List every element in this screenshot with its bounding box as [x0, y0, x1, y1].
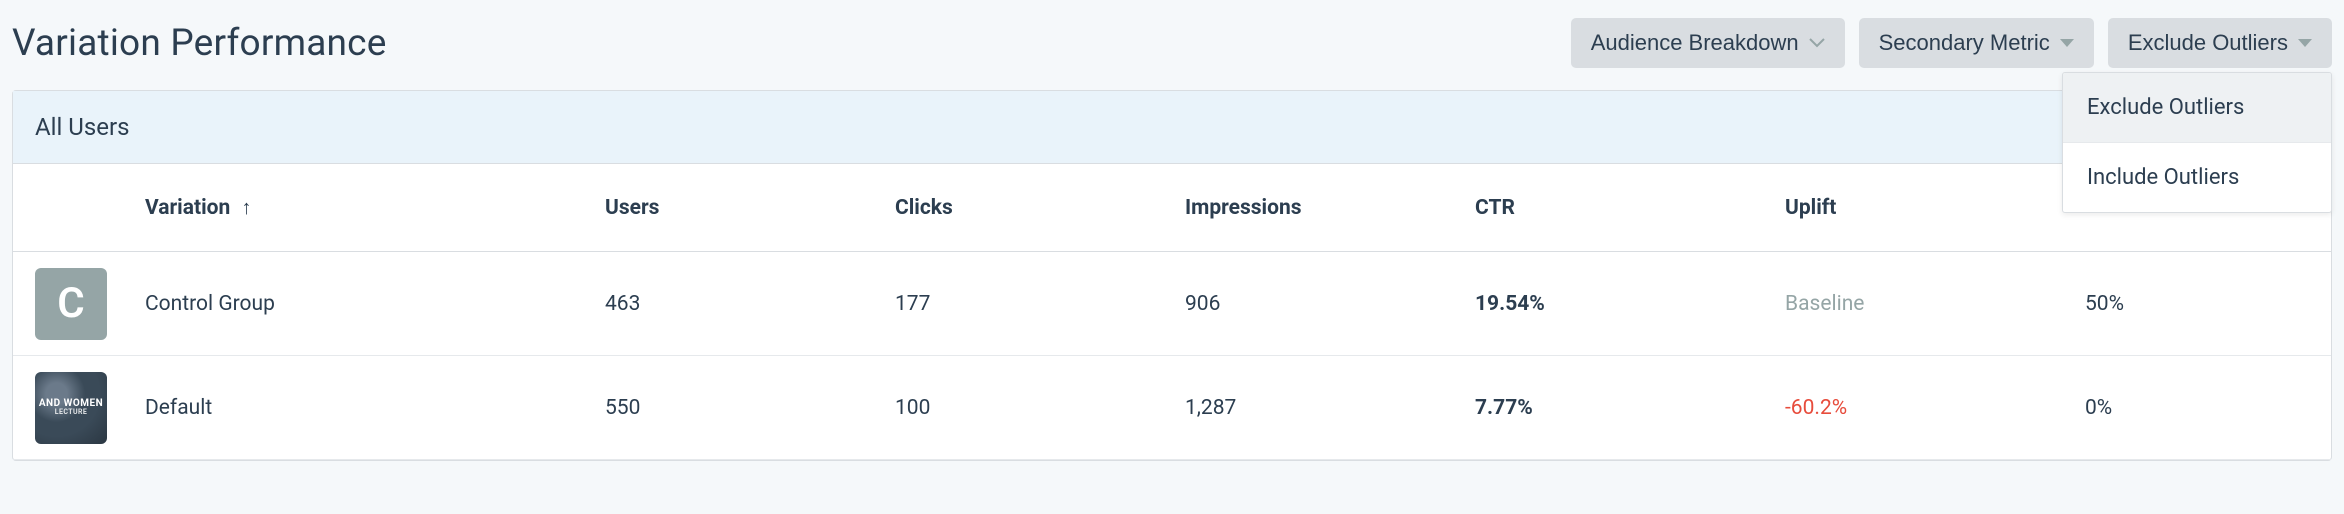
results-table: All Users Variation ↑ Users Clicks Impre…: [12, 90, 2332, 461]
ctr-value: 19.54%: [1475, 292, 1785, 316]
audience-breakdown-label: Audience Breakdown: [1591, 30, 1799, 56]
column-ctr[interactable]: CTR: [1475, 196, 1785, 220]
sort-asc-icon: ↑: [242, 195, 252, 219]
clicks-value: 177: [895, 292, 1185, 316]
ctr-value: 7.77%: [1475, 396, 1785, 420]
audience-breakdown-button[interactable]: Audience Breakdown: [1571, 18, 1845, 68]
caret-down-icon: [2298, 39, 2312, 47]
users-value: 463: [605, 292, 895, 316]
exclude-outliers-button[interactable]: Exclude Outliers: [2108, 18, 2332, 68]
table-header-row: Variation ↑ Users Clicks Impressions CTR…: [13, 164, 2331, 252]
clicks-value: 100: [895, 396, 1185, 420]
table-row: AND WOMEN LECTURE Default 550 100 1,287 …: [13, 356, 2331, 460]
thumbnail-text-line2: LECTURE: [55, 409, 87, 417]
variation-thumbnail-control: C: [35, 268, 107, 340]
column-impressions[interactable]: Impressions: [1185, 196, 1475, 220]
header-row: Variation Performance Audience Breakdown…: [12, 18, 2332, 68]
impressions-value: 1,287: [1185, 396, 1475, 420]
thumbnail-letter: C: [57, 279, 84, 328]
outliers-option-include[interactable]: Include Outliers: [2063, 142, 2331, 212]
row-thumb-cell: C: [35, 268, 145, 340]
segment-row[interactable]: All Users: [13, 91, 2331, 164]
variation-name[interactable]: Control Group: [145, 292, 605, 316]
users-value: 550: [605, 396, 895, 420]
conf-value: 50%: [2085, 292, 2309, 316]
page-title: Variation Performance: [12, 22, 387, 65]
column-clicks[interactable]: Clicks: [895, 196, 1185, 220]
caret-down-icon: [2060, 39, 2074, 47]
secondary-metric-button[interactable]: Secondary Metric: [1859, 18, 2094, 68]
outliers-dropdown: Exclude Outliers Include Outliers: [2062, 72, 2332, 213]
column-variation[interactable]: Variation ↑: [145, 195, 605, 220]
variation-thumbnail-default: AND WOMEN LECTURE: [35, 372, 107, 444]
exclude-outliers-label: Exclude Outliers: [2128, 30, 2288, 56]
variation-name[interactable]: Default: [145, 396, 605, 420]
controls-group: Audience Breakdown Secondary Metric Excl…: [1571, 18, 2332, 68]
uplift-value: Baseline: [1785, 292, 2085, 316]
conf-value: 0%: [2085, 396, 2309, 420]
page-root: Variation Performance Audience Breakdown…: [0, 0, 2344, 461]
chevron-down-icon: [1809, 38, 1825, 48]
uplift-value: -60.2%: [1785, 396, 2085, 420]
column-users[interactable]: Users: [605, 196, 895, 220]
column-variation-label: Variation: [145, 196, 230, 220]
table-row: C Control Group 463 177 906 19.54% Basel…: [13, 252, 2331, 356]
outliers-option-exclude[interactable]: Exclude Outliers: [2063, 73, 2331, 142]
column-uplift[interactable]: Uplift: [1785, 196, 2085, 220]
impressions-value: 906: [1185, 292, 1475, 316]
row-thumb-cell: AND WOMEN LECTURE: [35, 372, 145, 444]
segment-label: All Users: [35, 113, 129, 141]
secondary-metric-label: Secondary Metric: [1879, 30, 2050, 56]
